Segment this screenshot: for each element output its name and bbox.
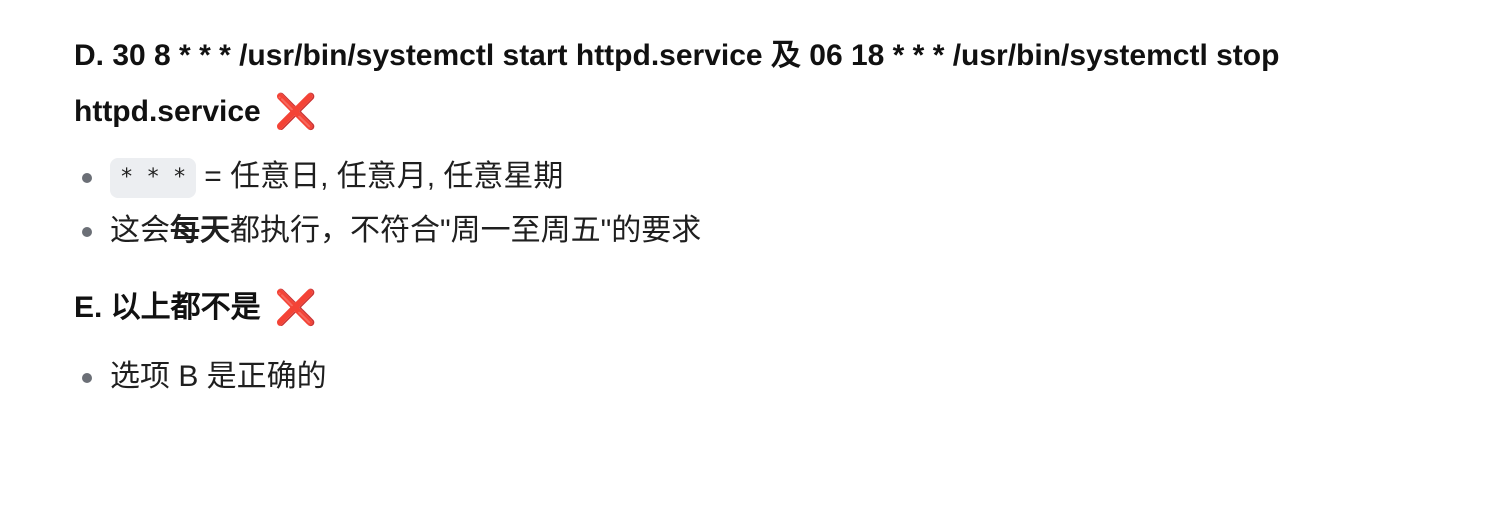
bullet-dot-icon <box>82 227 92 237</box>
option-d-heading: D. 30 8 * * * /usr/bin/systemctl start h… <box>74 28 1454 140</box>
bullet-dot-icon <box>82 373 92 383</box>
option-d-bullets: * * * = 任意日, 任意月, 任意星期 这会每天都执行，不符合"周一至周五"… <box>74 156 1454 252</box>
inline-code: * * * <box>110 158 197 198</box>
every-day-prefix: 这会 <box>110 214 170 247</box>
every-day-emphasis: 每天 <box>170 214 230 247</box>
every-day-suffix: 都执行，不符合"周一至周五"的要求 <box>230 214 702 247</box>
bullet-dot-icon <box>82 173 92 183</box>
answer-explanation: D. 30 8 * * * /usr/bin/systemctl start h… <box>74 28 1454 398</box>
correct-answer-text: 选项 B 是正确的 <box>110 360 327 393</box>
list-item: 选项 B 是正确的 <box>74 356 1454 398</box>
wildcard-explanation: = 任意日, 任意月, 任意星期 <box>204 160 564 193</box>
list-item: * * * = 任意日, 任意月, 任意星期 <box>74 156 1454 198</box>
option-d-title: D. 30 8 * * * /usr/bin/systemctl start h… <box>74 39 1280 128</box>
list-item: 这会每天都执行，不符合"周一至周五"的要求 <box>74 210 1454 252</box>
cross-mark-icon: ❌ <box>274 289 318 327</box>
option-e-heading: E. 以上都不是 ❌ <box>74 280 1454 336</box>
option-e-bullets: 选项 B 是正确的 <box>74 356 1454 398</box>
option-e-title: E. 以上都不是 <box>74 291 261 324</box>
cross-mark-icon: ❌ <box>274 93 318 131</box>
